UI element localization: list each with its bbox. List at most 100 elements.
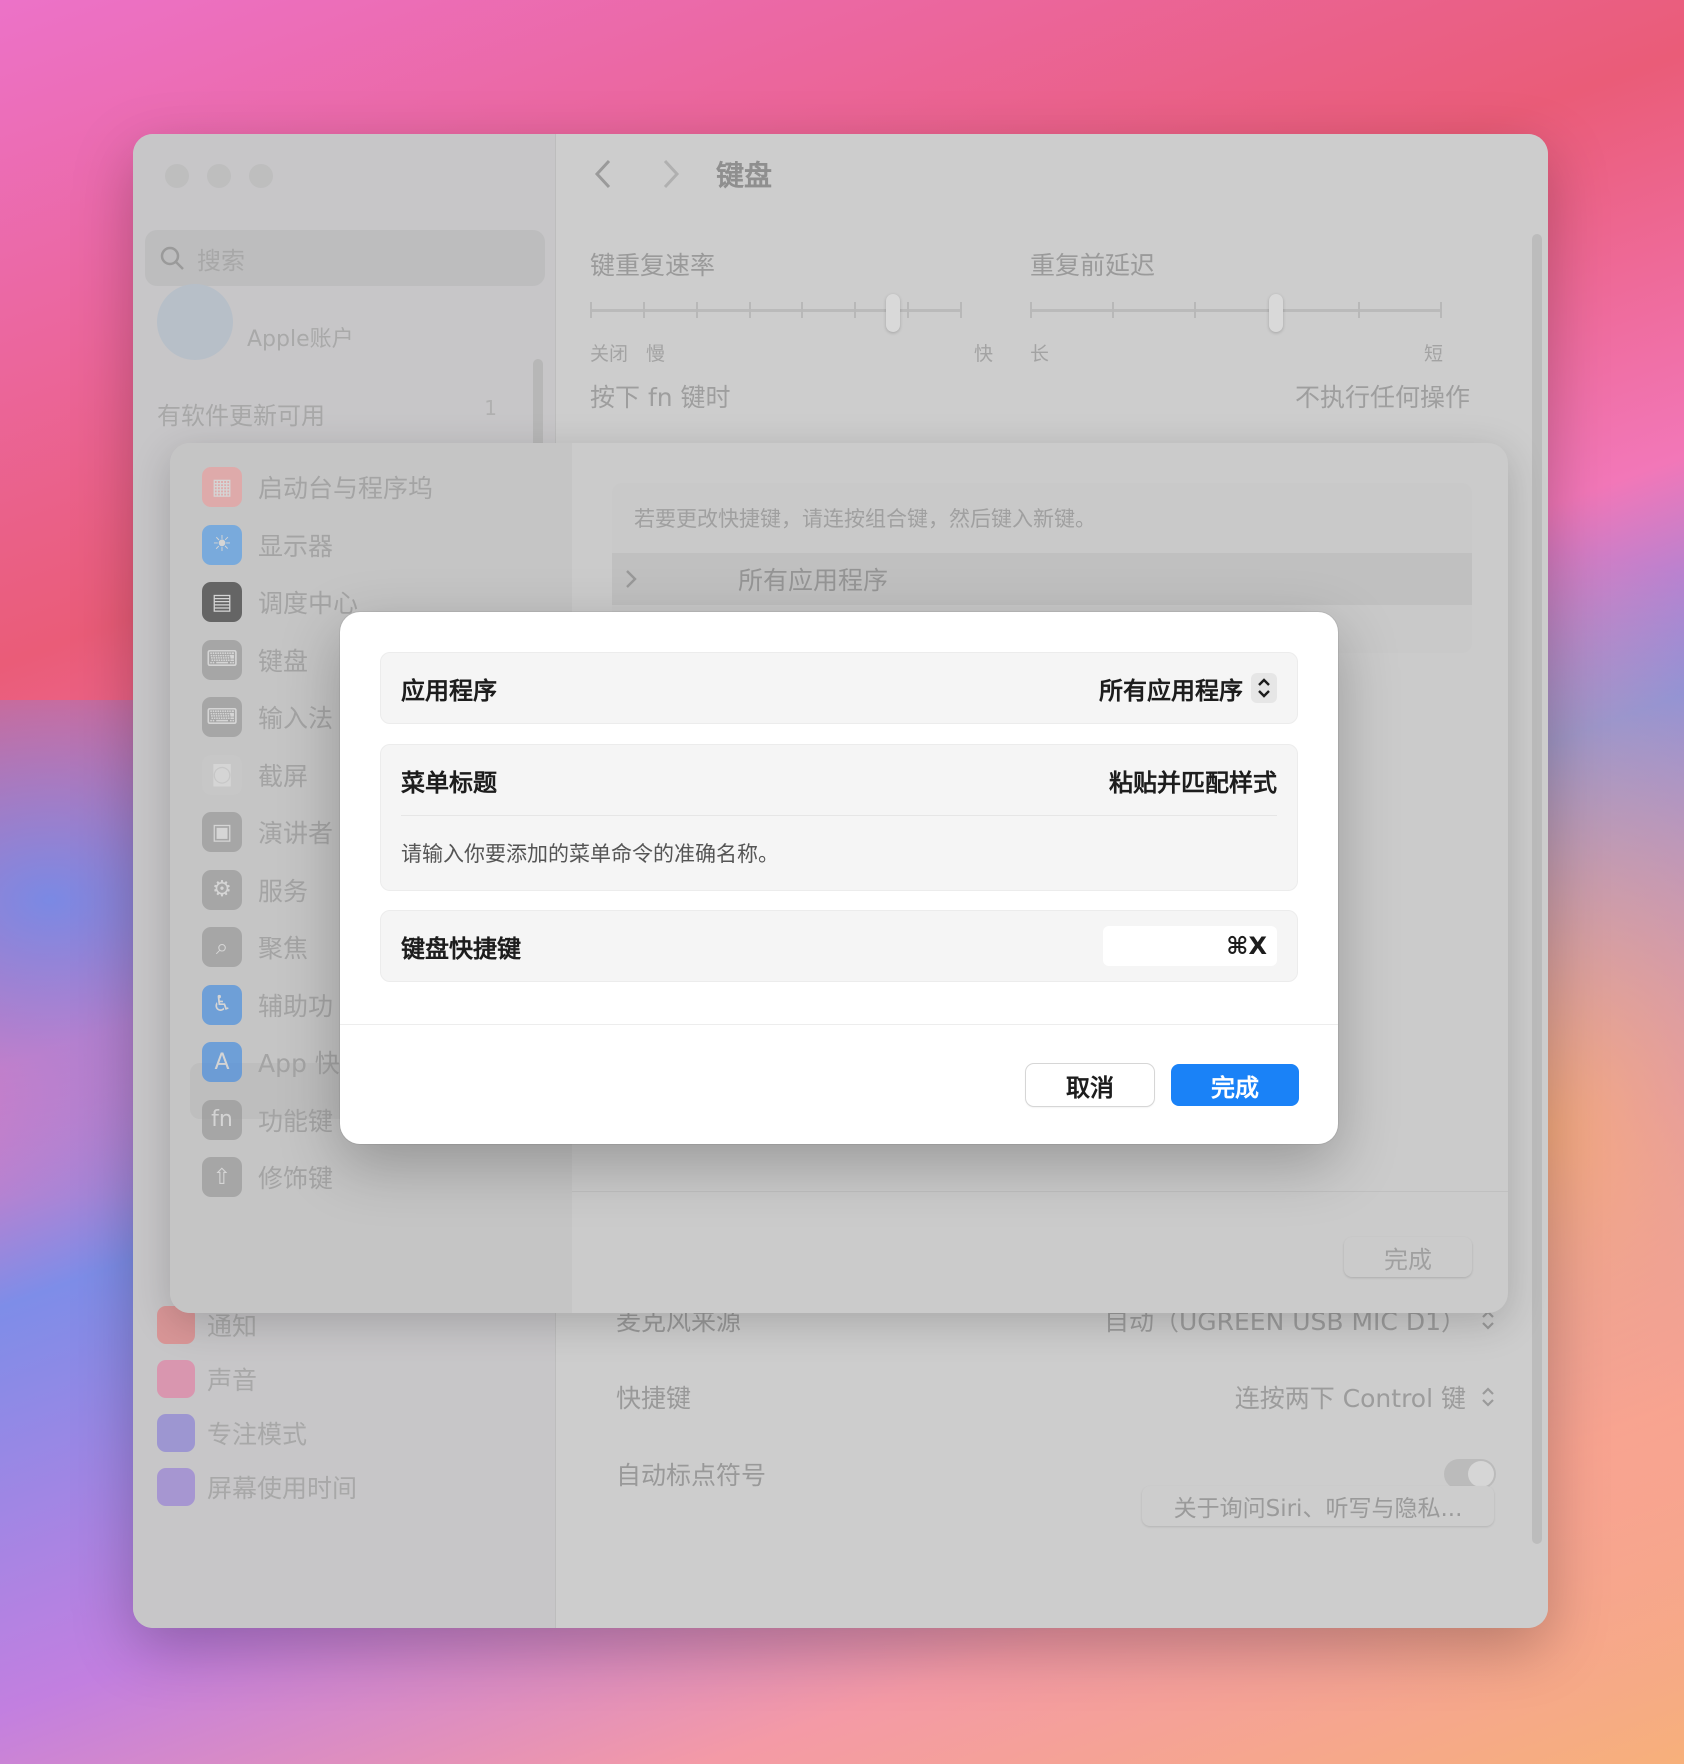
modifier-icon: ⇧ <box>202 1157 242 1197</box>
dialog-divider <box>340 1024 1338 1025</box>
all-apps-group-row[interactable]: 所有应用程序 <box>612 553 1472 605</box>
toolbar: 键盘 <box>592 154 772 194</box>
app-label: 应用程序 <box>401 676 497 705</box>
shortcut-category-item[interactable]: ☀ 显示器 <box>202 524 334 565</box>
shortcut-category-item[interactable]: ▦ 启动台与程序坞 <box>202 467 433 507</box>
slider-track <box>590 309 960 312</box>
updown-arrows-icon <box>1482 1387 1494 1407</box>
app-row: 应用程序 所有应用程序 <box>381 653 1297 723</box>
slider-tick <box>907 302 910 318</box>
shortcut-category-item[interactable]: ⌨ 输入法 <box>202 697 333 737</box>
privacy-button[interactable]: 关于询问Siri、听写与隐私... <box>1142 1486 1494 1526</box>
shortcut-category-item[interactable]: ⇧ 修饰键 <box>202 1157 333 1197</box>
slider-tick <box>801 302 804 318</box>
keyboard-shortcut-card: 键盘快捷键 ⌘X <box>380 910 1298 982</box>
shortcut-category-item[interactable]: ◙ 截屏 <box>202 754 309 795</box>
chevron-right-icon <box>626 570 637 588</box>
sheet-done-button[interactable]: 完成 <box>1344 1237 1472 1277</box>
fn-icon: fn <box>202 1099 242 1140</box>
slider-tick <box>960 302 962 318</box>
shortcut-category-label: 服务 <box>258 876 309 906</box>
shortcut-category-label: 输入法 <box>258 704 334 733</box>
back-chevron-icon[interactable] <box>592 157 614 191</box>
focus-moon-icon <box>157 1414 195 1452</box>
slider-tick <box>1440 302 1442 318</box>
menu-title-input[interactable]: 粘贴并匹配样式 <box>1109 763 1277 798</box>
services-icon: ⚙ <box>202 869 242 910</box>
search-placeholder: 搜索 <box>197 246 245 275</box>
slider-tick <box>854 302 857 318</box>
slider-thumb[interactable] <box>1269 294 1283 332</box>
sidebar-item-screen-time[interactable]: 屏幕使用时间 <box>157 1468 357 1506</box>
slider-label: 关闭 <box>590 343 629 365</box>
input-method-icon: ⌨ <box>202 697 242 737</box>
update-badge: 1 <box>484 396 497 420</box>
shortcut-category-label: 辅助功 <box>258 991 334 1021</box>
display-icon: ☀ <box>202 524 242 565</box>
presenter-icon: ▣ <box>202 812 242 852</box>
launchpad-icon: ▦ <box>202 467 242 507</box>
sidebar-item-sound[interactable]: 声音 <box>157 1360 257 1398</box>
shortcut-category-label: 启动台与程序坞 <box>258 474 434 503</box>
hourglass-icon <box>157 1468 195 1506</box>
shortcut-category-label: 键盘 <box>258 646 309 676</box>
sidebar-item-focus[interactable]: 专注模式 <box>157 1414 307 1452</box>
software-update-item[interactable]: 有软件更新可用 1 <box>157 396 497 431</box>
close-window-button[interactable] <box>165 164 189 188</box>
keyboard-shortcut-row: 键盘快捷键 ⌘X <box>381 911 1297 981</box>
shortcut-category-label: 修饰键 <box>258 1164 334 1193</box>
slider-label: 快 <box>974 343 994 365</box>
slider-tick <box>642 302 645 318</box>
updown-arrows-icon <box>1251 673 1277 703</box>
shortcut-category-label: 演讲者 <box>258 819 334 848</box>
shortcut-category-item[interactable]: ⌨ 键盘 <box>202 639 309 680</box>
sidebar-item-label: 屏幕使用时间 <box>207 1474 358 1503</box>
shortcut-category-item[interactable]: fn 功能键 <box>202 1099 333 1140</box>
apple-account[interactable]: Apple账户 <box>157 284 354 360</box>
done-button[interactable]: 完成 <box>1171 1064 1299 1106</box>
cancel-button[interactable]: 取消 <box>1026 1064 1154 1106</box>
slider-label: 短 <box>1424 343 1444 365</box>
all-apps-group-label: 所有应用程序 <box>738 566 889 595</box>
slider-tick <box>695 302 698 318</box>
slider-label: 慢 <box>646 343 666 365</box>
forward-chevron-icon[interactable] <box>660 157 682 191</box>
slider-tick <box>1358 302 1360 318</box>
repeat-rate-title: 键重复速率 <box>590 251 716 280</box>
main-scrollbar[interactable] <box>1532 234 1542 1544</box>
slider-tick <box>748 302 751 318</box>
shortcut-category-item[interactable]: ⚙ 服务 <box>202 869 309 910</box>
shortcut-category-item[interactable]: ⌕ 聚焦 <box>202 927 308 967</box>
app-popup[interactable]: 所有应用程序 <box>1099 671 1277 706</box>
shortcut-category-label: App 快 <box>258 1049 340 1078</box>
menu-title-card: 菜单标题 粘贴并匹配样式 请输入你要添加的菜单命令的准确名称。 <box>380 744 1298 891</box>
avatar <box>157 284 233 360</box>
app-store-icon: A <box>202 1042 242 1082</box>
shortcut-category-item[interactable]: ▣ 演讲者 <box>202 812 333 852</box>
mission-control-icon: ▤ <box>202 582 242 622</box>
shortcut-category-item[interactable]: ♿ 辅助功 <box>202 984 334 1025</box>
shortcut-category-label: 显示器 <box>258 531 334 561</box>
traffic-lights <box>165 164 273 188</box>
slider-thumb[interactable] <box>886 294 901 332</box>
menu-title-note: 请输入你要添加的菜单命令的准确名称。 <box>401 842 779 866</box>
search-icon <box>160 246 184 270</box>
sidebar-item-label: 声音 <box>207 1366 258 1395</box>
keyboard-shortcut-field[interactable]: ⌘X <box>1103 926 1277 966</box>
keyboard-shortcut-label: 键盘快捷键 <box>401 934 521 963</box>
search-input[interactable]: 搜索 <box>145 230 545 286</box>
app-value: 所有应用程序 <box>1099 676 1243 705</box>
apple-account-label: Apple账户 <box>247 327 354 352</box>
shortcut-category-label: 截屏 <box>258 761 309 791</box>
auto-punctuation-toggle[interactable] <box>1444 1459 1496 1489</box>
shortcut-category-item[interactable]: ▤ 调度中心 <box>202 582 358 622</box>
shortcut-category-item[interactable]: A App 快 <box>202 1042 340 1082</box>
slider-tick <box>590 302 592 318</box>
minimize-window-button[interactable] <box>207 164 231 188</box>
shortcut-row[interactable]: 快捷键 连按两下 Control 键 <box>616 1379 1496 1415</box>
fn-key-row[interactable]: 按下 fn 键时 不执行任何操作 <box>590 366 1470 426</box>
spotlight-icon: ⌕ <box>202 927 242 967</box>
slider-label: 长 <box>1030 343 1050 365</box>
zoom-window-button[interactable] <box>249 164 273 188</box>
shortcut-hint: 若要更改快捷键，请连按组合键，然后键入新键。 <box>634 507 1096 531</box>
